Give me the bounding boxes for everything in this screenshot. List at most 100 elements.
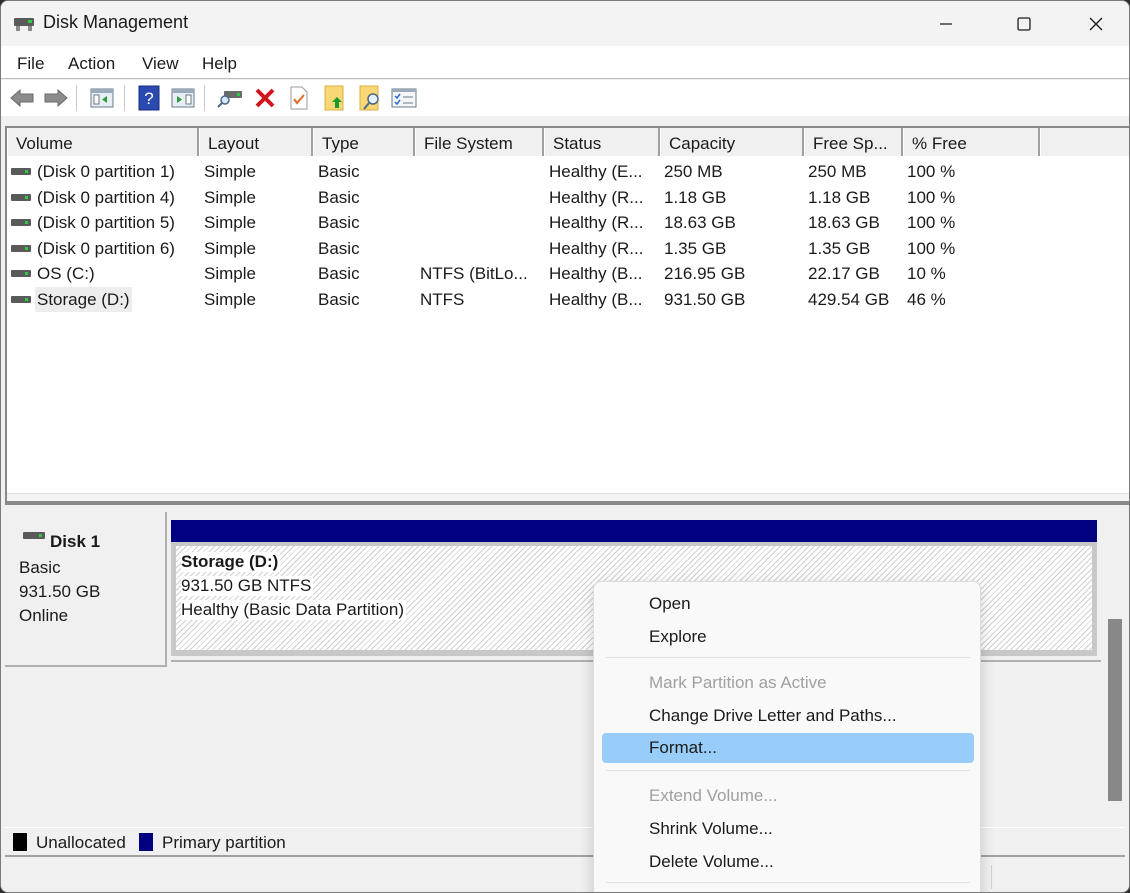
back-button[interactable] <box>8 84 36 112</box>
toolbar: ? <box>1 80 1129 116</box>
back-arrow-icon <box>10 88 34 108</box>
cell-free-space: 22.17 GB <box>808 264 880 283</box>
cell-type: Basic <box>318 264 360 283</box>
ctx-open-label: Open <box>649 594 691 613</box>
ctx-shrink-label: Shrink Volume... <box>649 819 773 838</box>
open-button[interactable] <box>320 84 348 112</box>
table-row[interactable]: (Disk 0 partition 6) Simple Basic Healthy (… <box>7 236 1129 262</box>
column-header-volume[interactable]: Volume <box>7 128 199 156</box>
cell-capacity: 1.35 GB <box>664 238 727 258</box>
volume-list-header: Volume Layout Type File System Status Ca… <box>7 128 1129 156</box>
checklist-button[interactable] <box>390 84 418 112</box>
cell-free-space: 1.18 GB <box>808 187 871 207</box>
table-row[interactable]: Storage (D:) Simple Basic NTFS Healthy (B...… <box>7 286 1129 313</box>
ctx-shrink-volume[interactable]: Shrink Volume... <box>602 814 974 844</box>
cell-type: Basic <box>318 289 360 309</box>
cell-file-system: NTFS (BitLo... <box>420 264 528 283</box>
minimize-button[interactable] <box>921 1 971 46</box>
connect-drive-button[interactable] <box>216 84 244 112</box>
column-header-capacity[interactable]: Capacity <box>660 128 804 156</box>
cell-free-space: 1.35 GB <box>808 238 871 258</box>
status-segment <box>991 865 992 889</box>
explore-button[interactable] <box>356 84 384 112</box>
disk-management-app-icon <box>14 18 34 31</box>
drive-icon <box>11 244 31 252</box>
ctx-format[interactable]: Format... <box>602 733 974 763</box>
cell-layout: Simple <box>204 264 256 283</box>
disk-drive-icon <box>23 532 45 539</box>
menu-help[interactable]: Help <box>202 54 237 74</box>
close-button[interactable] <box>1071 1 1121 46</box>
disk-management-window: Disk Management File Action View Help ? <box>0 0 1130 893</box>
column-header-status[interactable]: Status <box>544 128 660 156</box>
cell-layout: Simple <box>204 213 256 232</box>
column-header-layout[interactable]: Layout <box>199 128 313 156</box>
ctx-format-label: Format... <box>649 738 718 757</box>
list-bottom-edge <box>7 493 1129 501</box>
show-hide-action-pane-button[interactable] <box>169 84 197 112</box>
menu-action[interactable]: Action <box>68 54 115 74</box>
cell-layout: Simple <box>204 162 256 181</box>
cell-type: Basic <box>318 238 360 258</box>
connect-drive-icon <box>217 91 242 108</box>
table-row[interactable]: (Disk 0 partition 5) Simple Basic Healthy (… <box>7 210 1129 236</box>
cell-type: Basic <box>318 187 360 207</box>
column-header-type[interactable]: Type <box>313 128 415 156</box>
column-header-file-system[interactable]: File System <box>415 128 544 156</box>
checklist-icon <box>391 88 417 108</box>
column-header-free-space[interactable]: Free Sp... <box>804 128 903 156</box>
open-folder-up-icon <box>324 85 344 111</box>
cell-status: Healthy (R... <box>549 238 644 258</box>
toolbar-separator <box>124 85 125 111</box>
forward-button[interactable] <box>42 84 70 112</box>
ctx-open[interactable]: Open <box>602 589 974 619</box>
table-row[interactable]: (Disk 0 partition 4) Simple Basic Healthy (… <box>7 185 1129 211</box>
cell-status: Healthy (E... <box>549 162 643 181</box>
cell-file-system: NTFS <box>420 289 465 309</box>
legend-primary-partition: Primary partition <box>162 833 286 852</box>
ctx-change-drive-letter-label: Change Drive Letter and Paths... <box>649 706 897 725</box>
show-hide-console-tree-button[interactable] <box>88 84 116 112</box>
vertical-scrollbar[interactable] <box>1105 505 1127 827</box>
cell-volume: OS (C:) <box>37 264 95 283</box>
disk-name: Disk 1 <box>50 532 101 551</box>
cell-free-space: 250 MB <box>808 162 867 181</box>
menu-file[interactable]: File <box>17 54 44 74</box>
cell-volume: Storage (D:) <box>35 286 132 312</box>
delete-icon <box>255 88 275 108</box>
cell-percent-free: 100 % <box>907 162 956 181</box>
properties-button[interactable] <box>285 84 313 112</box>
primary-partition-bar <box>171 520 1097 542</box>
help-icon: ? <box>138 85 160 111</box>
maximize-icon <box>1017 16 1031 31</box>
cell-percent-free: 100 % <box>907 187 956 207</box>
ctx-separator <box>606 657 970 658</box>
disk-1-label[interactable]: Disk 1 Basic 931.50 GB Online <box>5 512 167 667</box>
svg-text:?: ? <box>144 89 153 108</box>
cell-percent-free: 10 % <box>907 264 946 283</box>
drive-icon <box>11 168 31 175</box>
help-button[interactable]: ? <box>135 84 163 112</box>
ctx-extend-label: Extend Volume... <box>649 786 778 805</box>
cell-status: Healthy (R... <box>549 187 644 207</box>
cell-volume: (Disk 0 partition 1) <box>37 162 175 181</box>
delete-button[interactable] <box>251 84 279 112</box>
ctx-delete-label: Delete Volume... <box>649 852 774 871</box>
minimize-icon <box>940 22 952 25</box>
table-row[interactable]: (Disk 0 partition 1) Simple Basic Healthy (… <box>7 159 1129 185</box>
drive-icon <box>11 295 31 303</box>
ctx-delete-volume[interactable]: Delete Volume... <box>602 847 974 877</box>
scrollbar-thumb[interactable] <box>1108 619 1122 801</box>
table-row[interactable]: OS (C:) Simple Basic NTFS (BitLo... Healthy … <box>7 261 1129 287</box>
ctx-change-drive-letter[interactable]: Change Drive Letter and Paths... <box>602 701 974 731</box>
ctx-explore[interactable]: Explore <box>602 622 974 652</box>
ctx-extend-volume: Extend Volume... <box>602 781 974 811</box>
explore-folder-search-icon <box>359 85 379 111</box>
menu-view[interactable]: View <box>142 54 179 74</box>
column-header-percent-free[interactable]: % Free <box>903 128 1040 156</box>
context-menu: Open Explore Mark Partition as Active Ch… <box>593 581 981 892</box>
partition-size-fs: 931.50 GB NTFS <box>181 576 314 596</box>
maximize-button[interactable] <box>999 1 1049 46</box>
show-hide-console-tree-icon <box>90 88 114 108</box>
properties-icon <box>290 86 308 110</box>
